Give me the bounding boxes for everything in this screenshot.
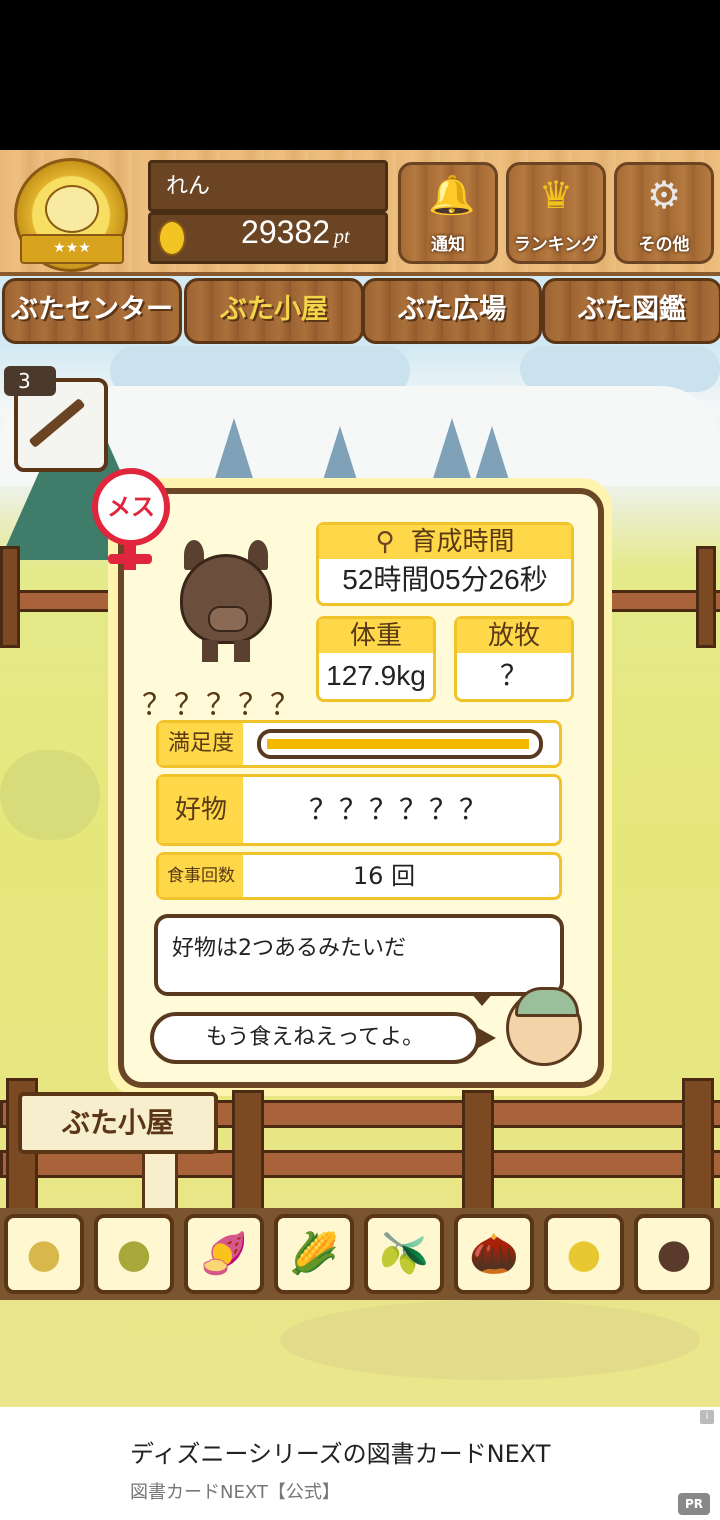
weight-label: 体重	[319, 619, 433, 653]
farmer-face-icon	[506, 987, 582, 1066]
coin-icon	[158, 220, 186, 256]
status-bar-area	[0, 0, 720, 150]
favorite-value: ？？？？？？	[308, 793, 489, 826]
item-count-badge: 3	[4, 366, 56, 396]
grazing-value: ？	[499, 660, 528, 691]
food-slot[interactable]: 🌰	[454, 1214, 534, 1294]
ranking-button[interactable]: ♛ ランキング	[506, 162, 606, 264]
soybean-icon: ●	[26, 1231, 62, 1277]
mixed-bean-icon: ●	[116, 1231, 152, 1277]
ad-info-icon[interactable]: i	[700, 1410, 714, 1424]
notification-button[interactable]: 🔔 通知	[398, 162, 498, 264]
grazing-label: 放牧	[457, 619, 571, 653]
food-slot[interactable]: 🍠	[184, 1214, 264, 1294]
meals-value: 16 回	[352, 862, 416, 890]
fence-post	[682, 1078, 714, 1216]
food-slot[interactable]: ●	[94, 1214, 174, 1294]
gender-symbol-bar	[108, 554, 152, 564]
weight-box: 体重 127.9kg	[316, 616, 436, 702]
growth-time-box: ⚲ 育成時間 52時間05分26秒	[316, 522, 574, 606]
ground-shadow	[280, 1300, 700, 1380]
weight-value: 127.9kg	[326, 660, 426, 691]
syringe-icon	[28, 397, 86, 449]
rank-stars-ribbon: ★★★	[20, 234, 124, 264]
farmer-speech-bubble: もう食えねえってよ。	[150, 1012, 480, 1064]
food-slot[interactable]: ●	[544, 1214, 624, 1294]
meatball-icon: ●	[656, 1231, 692, 1277]
location-sign: ぶた小屋	[18, 1092, 218, 1154]
tab-buta-koya[interactable]: ぶた小屋	[184, 278, 364, 344]
pig-name: ？？？？？	[142, 688, 302, 723]
food-slot[interactable]: ●	[4, 1214, 84, 1294]
olive-icon: 🫒	[379, 1231, 429, 1277]
bell-icon: 🔔	[428, 173, 476, 217]
tab-buta-zukan[interactable]: ぶた図鑑	[542, 278, 720, 344]
hint-bubble-tail	[470, 992, 494, 1006]
fence-post	[232, 1090, 264, 1216]
satisfaction-bar	[257, 729, 543, 759]
tab-buta-center[interactable]: ぶたセンター	[2, 278, 182, 344]
growth-time-label: 育成時間	[410, 527, 515, 557]
fence-rail	[0, 1150, 720, 1178]
grazing-box[interactable]: 放牧 ？	[454, 616, 574, 702]
ad-advertiser: 図書カードNEXT【公式】	[130, 1482, 340, 1503]
food-slot[interactable]: 🫒	[364, 1214, 444, 1294]
boar-icon	[180, 540, 272, 662]
hint-speech-bubble: 好物は2つあるみたいだ	[154, 914, 564, 996]
corn-icon: 🌽	[289, 1231, 339, 1277]
farmer-text: もう食えねえってよ。	[205, 1025, 425, 1050]
satisfaction-row: 満足度	[156, 720, 562, 768]
game-scene: ★★★ れん 29382 pt 🔔 通知 ♛ ランキング ⚙ その他 ぶたセンタ…	[0, 150, 720, 1407]
satisfaction-bar-fill	[267, 739, 529, 749]
hint-text: 好物は2つあるみたいだ	[172, 936, 406, 961]
meals-label: 食事回数	[159, 855, 243, 897]
star-icon: ★★★	[53, 240, 91, 256]
points-value: 29382	[241, 214, 330, 250]
player-name: れん	[166, 174, 211, 199]
growth-time-header: ⚲ 育成時間	[319, 525, 571, 559]
sweet-potato-icon: 🍠	[199, 1231, 249, 1277]
ad-pr-badge: PR	[678, 1493, 710, 1515]
other-button[interactable]: ⚙ その他	[614, 162, 714, 264]
meals-row: 食事回数 16 回	[156, 852, 562, 900]
fence-post	[696, 546, 716, 648]
female-gender-icon: メス	[92, 468, 170, 546]
satisfaction-label: 満足度	[159, 723, 243, 765]
tab-buta-hiroba[interactable]: ぶた広場	[362, 278, 542, 344]
favorite-label: 好物	[159, 777, 243, 843]
pig-face-icon	[45, 185, 99, 233]
fence-post	[0, 546, 20, 648]
chickpea-icon: ●	[566, 1231, 602, 1277]
ad-title[interactable]: ディズニーシリーズの図書カードNEXT	[130, 1434, 550, 1469]
favorite-row: 好物 ？？？？？？	[156, 774, 562, 846]
gear-icon: ⚙	[646, 173, 682, 217]
fence-post	[462, 1090, 494, 1216]
points-unit: pt	[334, 226, 350, 248]
grass-patch	[0, 750, 100, 840]
food-slot[interactable]: ●	[634, 1214, 714, 1294]
food-slot[interactable]: 🌽	[274, 1214, 354, 1294]
farmer-bubble-tail	[478, 1028, 496, 1048]
crown-icon: ♛	[538, 173, 574, 217]
acorn-icon: 🌰	[469, 1231, 519, 1277]
growth-time-value: 52時間05分26秒	[342, 564, 548, 595]
timer-icon: ⚲	[375, 527, 395, 557]
